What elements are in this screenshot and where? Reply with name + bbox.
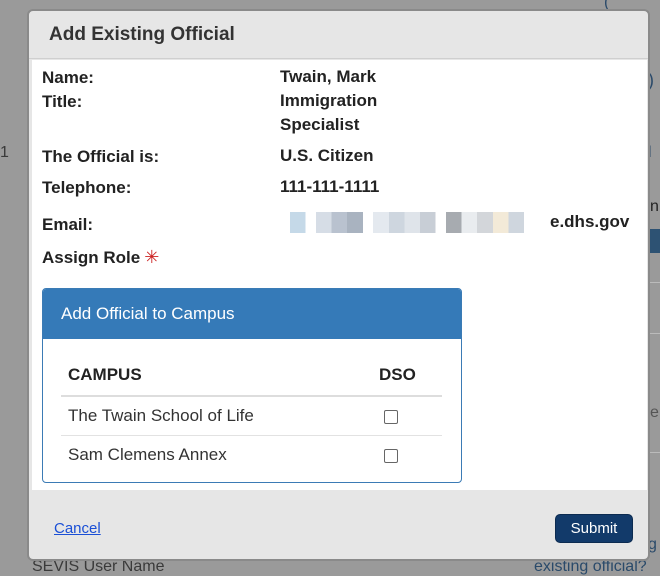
- add-existing-official-dialog: Add Existing Official Name: Twain, Mark …: [27, 9, 650, 561]
- required-asterisk-icon: ✳: [144, 247, 160, 267]
- cancel-link[interactable]: Cancel: [54, 520, 101, 537]
- dso-cell: [372, 396, 442, 436]
- name-value: Twain, Mark: [280, 67, 377, 86]
- add-official-to-campus-panel: Add Official to Campus CAMPUS DSO The Tw…: [42, 288, 462, 483]
- dso-checkbox[interactable]: [384, 448, 398, 463]
- campus-name: The Twain School of Life: [61, 396, 372, 436]
- dialog-body: Name: Twain, Mark Title: Immigration Spe…: [32, 60, 647, 490]
- email-redacted-region: [290, 212, 550, 233]
- column-header-dso: DSO: [372, 357, 442, 397]
- table-row: The Twain School of Life: [61, 396, 442, 436]
- official-is-label: The Official is:: [42, 147, 160, 166]
- background-divider: [650, 333, 660, 334]
- campus-name: Sam Clemens Annex: [68, 445, 227, 464]
- table-row: Sam Clemens Annex: [61, 436, 442, 475]
- assign-role-label: Assign Role ✳: [42, 247, 159, 268]
- dso-cell: [372, 436, 442, 475]
- telephone-label: Telephone:: [42, 178, 132, 197]
- email-value-suffix: e.dhs.gov: [550, 212, 630, 231]
- panel-heading: Add Official to Campus: [43, 289, 461, 339]
- background-fragment: n: [650, 198, 659, 215]
- campus-table: CAMPUS DSO The Twain School of Life Sam …: [61, 357, 442, 474]
- email-label: Email:: [42, 215, 94, 234]
- table-header-row: CAMPUS DSO: [61, 357, 442, 397]
- title-value-line2: Specialist: [280, 115, 360, 134]
- column-header-campus: CAMPUS: [61, 357, 372, 397]
- background-divider: [650, 452, 660, 453]
- dso-checkbox[interactable]: [384, 409, 398, 424]
- title-label: Title:: [42, 92, 83, 111]
- background-fragment: 1: [0, 144, 9, 161]
- name-label: Name:: [42, 68, 94, 87]
- telephone-value: 111-111-1111: [280, 177, 380, 196]
- background-fragment: e: [650, 404, 659, 421]
- assign-role-text: Assign Role: [42, 248, 141, 267]
- background-table-header: [650, 229, 660, 253]
- title-value-line1: Immigration: [280, 91, 378, 110]
- official-is-value: U.S. Citizen: [280, 146, 374, 165]
- submit-button[interactable]: Submit: [555, 514, 633, 543]
- dialog-title: Add Existing Official: [29, 11, 648, 59]
- background-divider: [650, 282, 660, 283]
